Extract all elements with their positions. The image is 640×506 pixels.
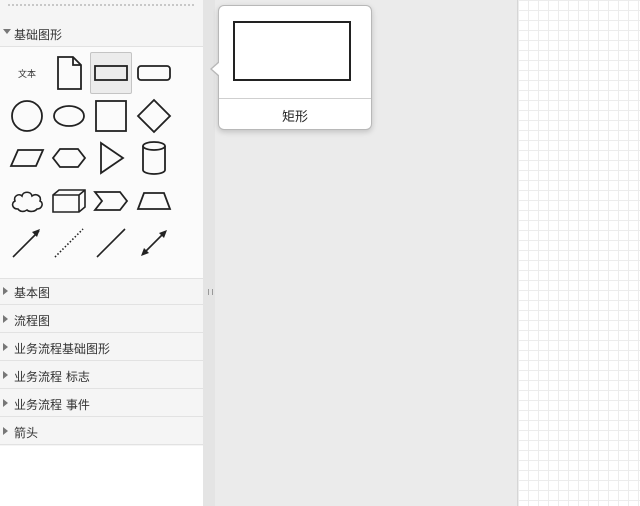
chevron-down-icon (3, 29, 11, 34)
tooltip-shape-name: 矩形 (281, 110, 308, 125)
section-arrows[interactable]: 箭头 (0, 418, 203, 445)
tooltip-caret-inner (212, 62, 220, 76)
rounded-rectangle-shape[interactable] (133, 52, 175, 94)
section-basic-shapes[interactable]: 基础图形 (0, 20, 203, 47)
cube-icon (52, 189, 86, 213)
diamond-icon (136, 98, 172, 134)
ellipse-icon (53, 105, 85, 127)
rectangle-icon (94, 65, 128, 81)
ellipse-shape[interactable] (48, 95, 90, 137)
section-label: 业务流程 事件 (14, 398, 90, 412)
circle-icon (11, 100, 43, 132)
rectangle-preview (233, 21, 351, 81)
chevron-right-icon (3, 343, 8, 351)
rectangle-shape[interactable] (90, 52, 132, 94)
cloud-icon (11, 191, 43, 213)
drawing-canvas[interactable] (517, 0, 640, 506)
sidebar-empty-area (0, 446, 203, 506)
chevron-right-icon (3, 399, 8, 407)
section-basic-diagram[interactable]: 基本图 (0, 278, 203, 305)
text-shape[interactable]: 文本 (6, 52, 48, 94)
section-label: 箭头 (14, 426, 39, 440)
triangle-shape[interactable] (90, 137, 132, 179)
circle-shape[interactable] (6, 95, 48, 137)
section-label: 业务流程 标志 (14, 370, 90, 384)
section-bpmn-basic[interactable]: 业务流程基础图形 (0, 334, 203, 361)
arrow-line-shape[interactable] (6, 222, 48, 264)
section-label: 流程图 (14, 314, 51, 328)
square-shape[interactable] (90, 95, 132, 137)
section-bpmn-markers[interactable]: 业务流程 标志 (0, 362, 203, 389)
section-label: 基本图 (14, 286, 51, 300)
cube-shape[interactable] (48, 180, 90, 222)
line-icon (96, 228, 126, 258)
document-icon (57, 56, 82, 90)
section-flowchart[interactable]: 流程图 (0, 306, 203, 333)
triangle-icon (100, 141, 125, 175)
tooltip-divider (219, 98, 371, 99)
text-shape-label: 文本 (17, 69, 36, 80)
trapezoid-icon (136, 192, 172, 210)
collapsed-section-dots (8, 4, 194, 6)
section-label: 基础图形 (14, 28, 63, 42)
chevron-right-icon (3, 427, 8, 435)
line-shape[interactable] (90, 222, 132, 264)
double-arrow-line-shape[interactable] (133, 222, 175, 264)
dotted-line-shape[interactable] (48, 222, 90, 264)
arrow-line-icon (12, 229, 40, 258)
shape-palette: 文本 (0, 47, 203, 279)
square-icon (95, 100, 127, 132)
trapezoid-shape[interactable] (133, 180, 175, 222)
section-label: 业务流程基础图形 (14, 342, 111, 356)
parallelogram-shape[interactable] (6, 137, 48, 179)
document-shape[interactable] (48, 52, 90, 94)
hexagon-shape[interactable] (48, 137, 90, 179)
chevron-right-icon (3, 287, 8, 295)
parallelogram-icon (9, 149, 45, 167)
chevron-right-icon (3, 315, 8, 323)
chevron-right-icon (3, 371, 8, 379)
cylinder-shape[interactable] (133, 137, 175, 179)
shape-sidebar: 基础图形 文本 基本图 流程图 业务流程基础图形 业务流程 标志 业务流程 事件… (0, 0, 204, 506)
shape-preview-tooltip: 矩形 (210, 5, 372, 130)
rounded-rectangle-icon (137, 65, 171, 81)
step-icon (93, 191, 129, 211)
cylinder-icon (142, 141, 166, 175)
section-bpmn-events[interactable]: 业务流程 事件 (0, 390, 203, 417)
step-shape[interactable] (90, 180, 132, 222)
diamond-shape[interactable] (133, 95, 175, 137)
hexagon-icon (51, 148, 87, 168)
dotted-line-icon (54, 228, 84, 258)
double-arrow-line-icon (141, 230, 167, 256)
cloud-shape[interactable] (6, 180, 48, 222)
splitter-grip-icon (208, 289, 213, 295)
